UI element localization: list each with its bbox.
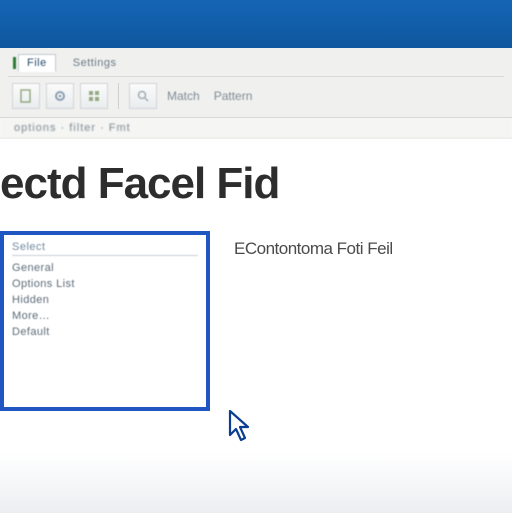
tool-search-button[interactable]: [129, 83, 157, 109]
gear-icon: [53, 89, 67, 103]
list-item[interactable]: Options List: [12, 276, 198, 292]
list-item[interactable]: Hidden: [12, 292, 198, 308]
tab-settings[interactable]: Settings: [64, 54, 126, 72]
toolbar-label-match[interactable]: Match: [163, 89, 204, 103]
grid-icon: [87, 89, 101, 103]
panel-row: Select General Options List Hidden More……: [0, 231, 492, 411]
toolbar-divider: [118, 83, 119, 109]
tab-file[interactable]: File: [18, 54, 56, 72]
window-titlebar: [0, 0, 512, 48]
content-area: ectd Facel Fid Select General Options Li…: [0, 139, 512, 513]
ribbon-tabs: File Settings: [18, 54, 504, 72]
list-item[interactable]: General: [12, 260, 198, 276]
side-caption: EContontoma Foti Feil: [234, 239, 393, 259]
list-item[interactable]: More…: [12, 308, 198, 324]
toolbar: Match Pattern: [8, 76, 504, 115]
mouse-cursor-icon: [228, 409, 254, 445]
ribbon: File Settings Match Pattern: [0, 48, 512, 118]
options-bar: options · filter · Fmt: [0, 118, 512, 139]
tool-grid-button[interactable]: [80, 83, 108, 109]
bottom-fade: [0, 453, 512, 513]
search-icon: [136, 89, 150, 103]
listbox-header: Select: [12, 241, 198, 256]
list-item[interactable]: Default: [12, 324, 198, 340]
tool-gear-button[interactable]: [46, 83, 74, 109]
tool-new-button[interactable]: [12, 83, 40, 109]
toolbar-label-pattern[interactable]: Pattern: [210, 89, 257, 103]
page-icon: [19, 89, 33, 103]
selection-listbox[interactable]: Select General Options List Hidden More……: [0, 231, 210, 411]
page-title: ectd Facel Fid: [0, 159, 492, 209]
